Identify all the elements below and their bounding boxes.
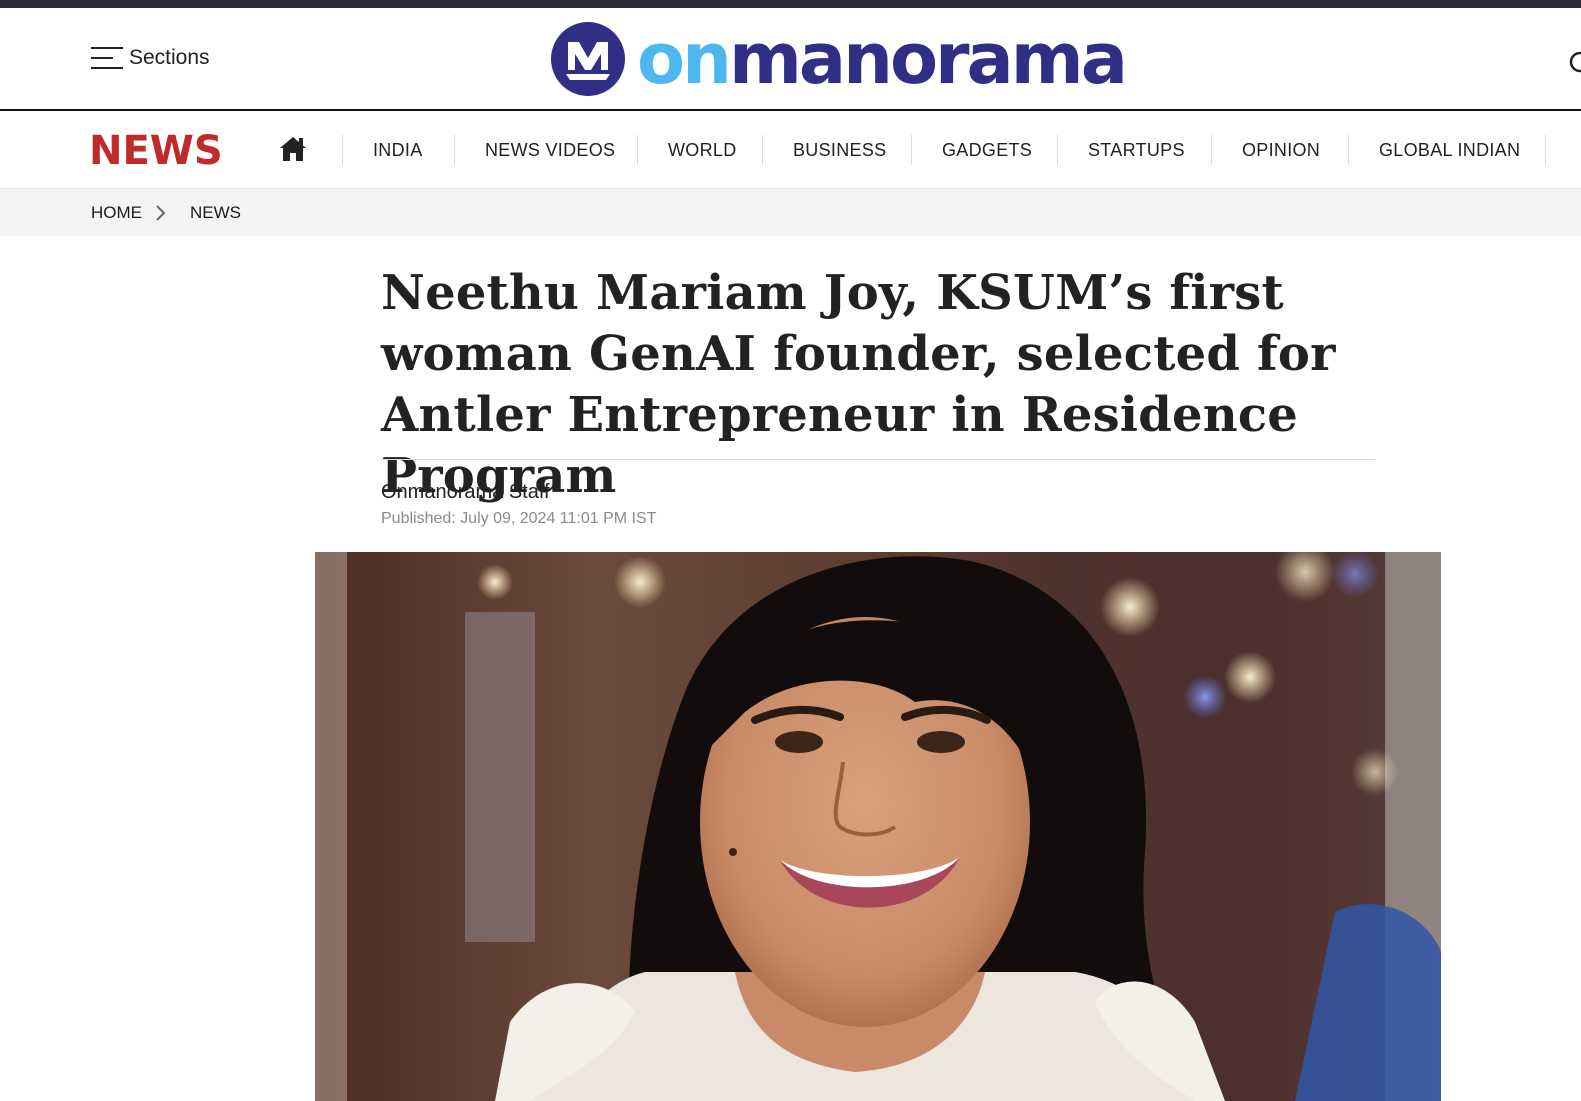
- article-headline: Neethu Mariam Joy, KSUM’s first woman Ge…: [381, 265, 1336, 504]
- nav-item-global-indian[interactable]: GLOBAL INDIAN: [1379, 140, 1520, 161]
- sections-menu-button[interactable]: Sections: [91, 45, 210, 71]
- nav-item-india[interactable]: INDIA: [373, 140, 423, 161]
- nav-item-startups[interactable]: STARTUPS: [1088, 140, 1185, 161]
- nav-item-world[interactable]: WORLD: [668, 140, 737, 161]
- nav-divider: [637, 135, 638, 165]
- chevron-right-icon: [156, 205, 166, 221]
- article-lead-image: [315, 552, 1441, 1101]
- breadcrumb-news[interactable]: NEWS: [190, 203, 241, 223]
- article-author[interactable]: Onmanorama Staff: [381, 481, 550, 504]
- main-nav: NEWS INDIA NEWS VIDEOS WORLD BUSINESS GA…: [0, 113, 1581, 189]
- manorama-m-logo: [551, 22, 625, 96]
- nav-item-news-videos[interactable]: NEWS VIDEOS: [485, 140, 615, 161]
- site-logo[interactable]: onmanorama: [551, 22, 1128, 96]
- nav-divider: [1545, 135, 1546, 165]
- hamburger-icon: [91, 45, 123, 71]
- home-icon[interactable]: [278, 135, 308, 163]
- nav-item-business[interactable]: BUSINESS: [793, 140, 886, 161]
- nav-item-gadgets[interactable]: GADGETS: [942, 140, 1032, 161]
- nav-divider: [911, 135, 912, 165]
- section-brand-news[interactable]: NEWS: [89, 128, 223, 174]
- breadcrumb-home[interactable]: HOME: [91, 203, 142, 223]
- nav-divider: [342, 135, 343, 165]
- article-published-date: Published: July 09, 2024 11:01 PM IST: [381, 510, 657, 527]
- sections-label: Sections: [129, 46, 210, 69]
- logo-wordmark: onmanorama: [637, 22, 1128, 96]
- search-button[interactable]: [1568, 50, 1581, 79]
- nav-divider: [1348, 135, 1349, 165]
- top-strip: [0, 0, 1581, 8]
- nav-divider: [1057, 135, 1058, 165]
- nav-item-opinion[interactable]: OPINION: [1242, 140, 1320, 161]
- nav-divider: [1211, 135, 1212, 165]
- search-icon: [1569, 51, 1581, 73]
- nav-divider: [762, 135, 763, 165]
- headline-divider: [381, 459, 1375, 460]
- nav-divider: [454, 135, 455, 165]
- site-header: Sections onmanorama: [0, 8, 1581, 111]
- breadcrumb: HOME NEWS: [0, 189, 1581, 236]
- logo-wordmark-rest: manorama: [728, 18, 1128, 100]
- logo-wordmark-on: on: [637, 18, 732, 100]
